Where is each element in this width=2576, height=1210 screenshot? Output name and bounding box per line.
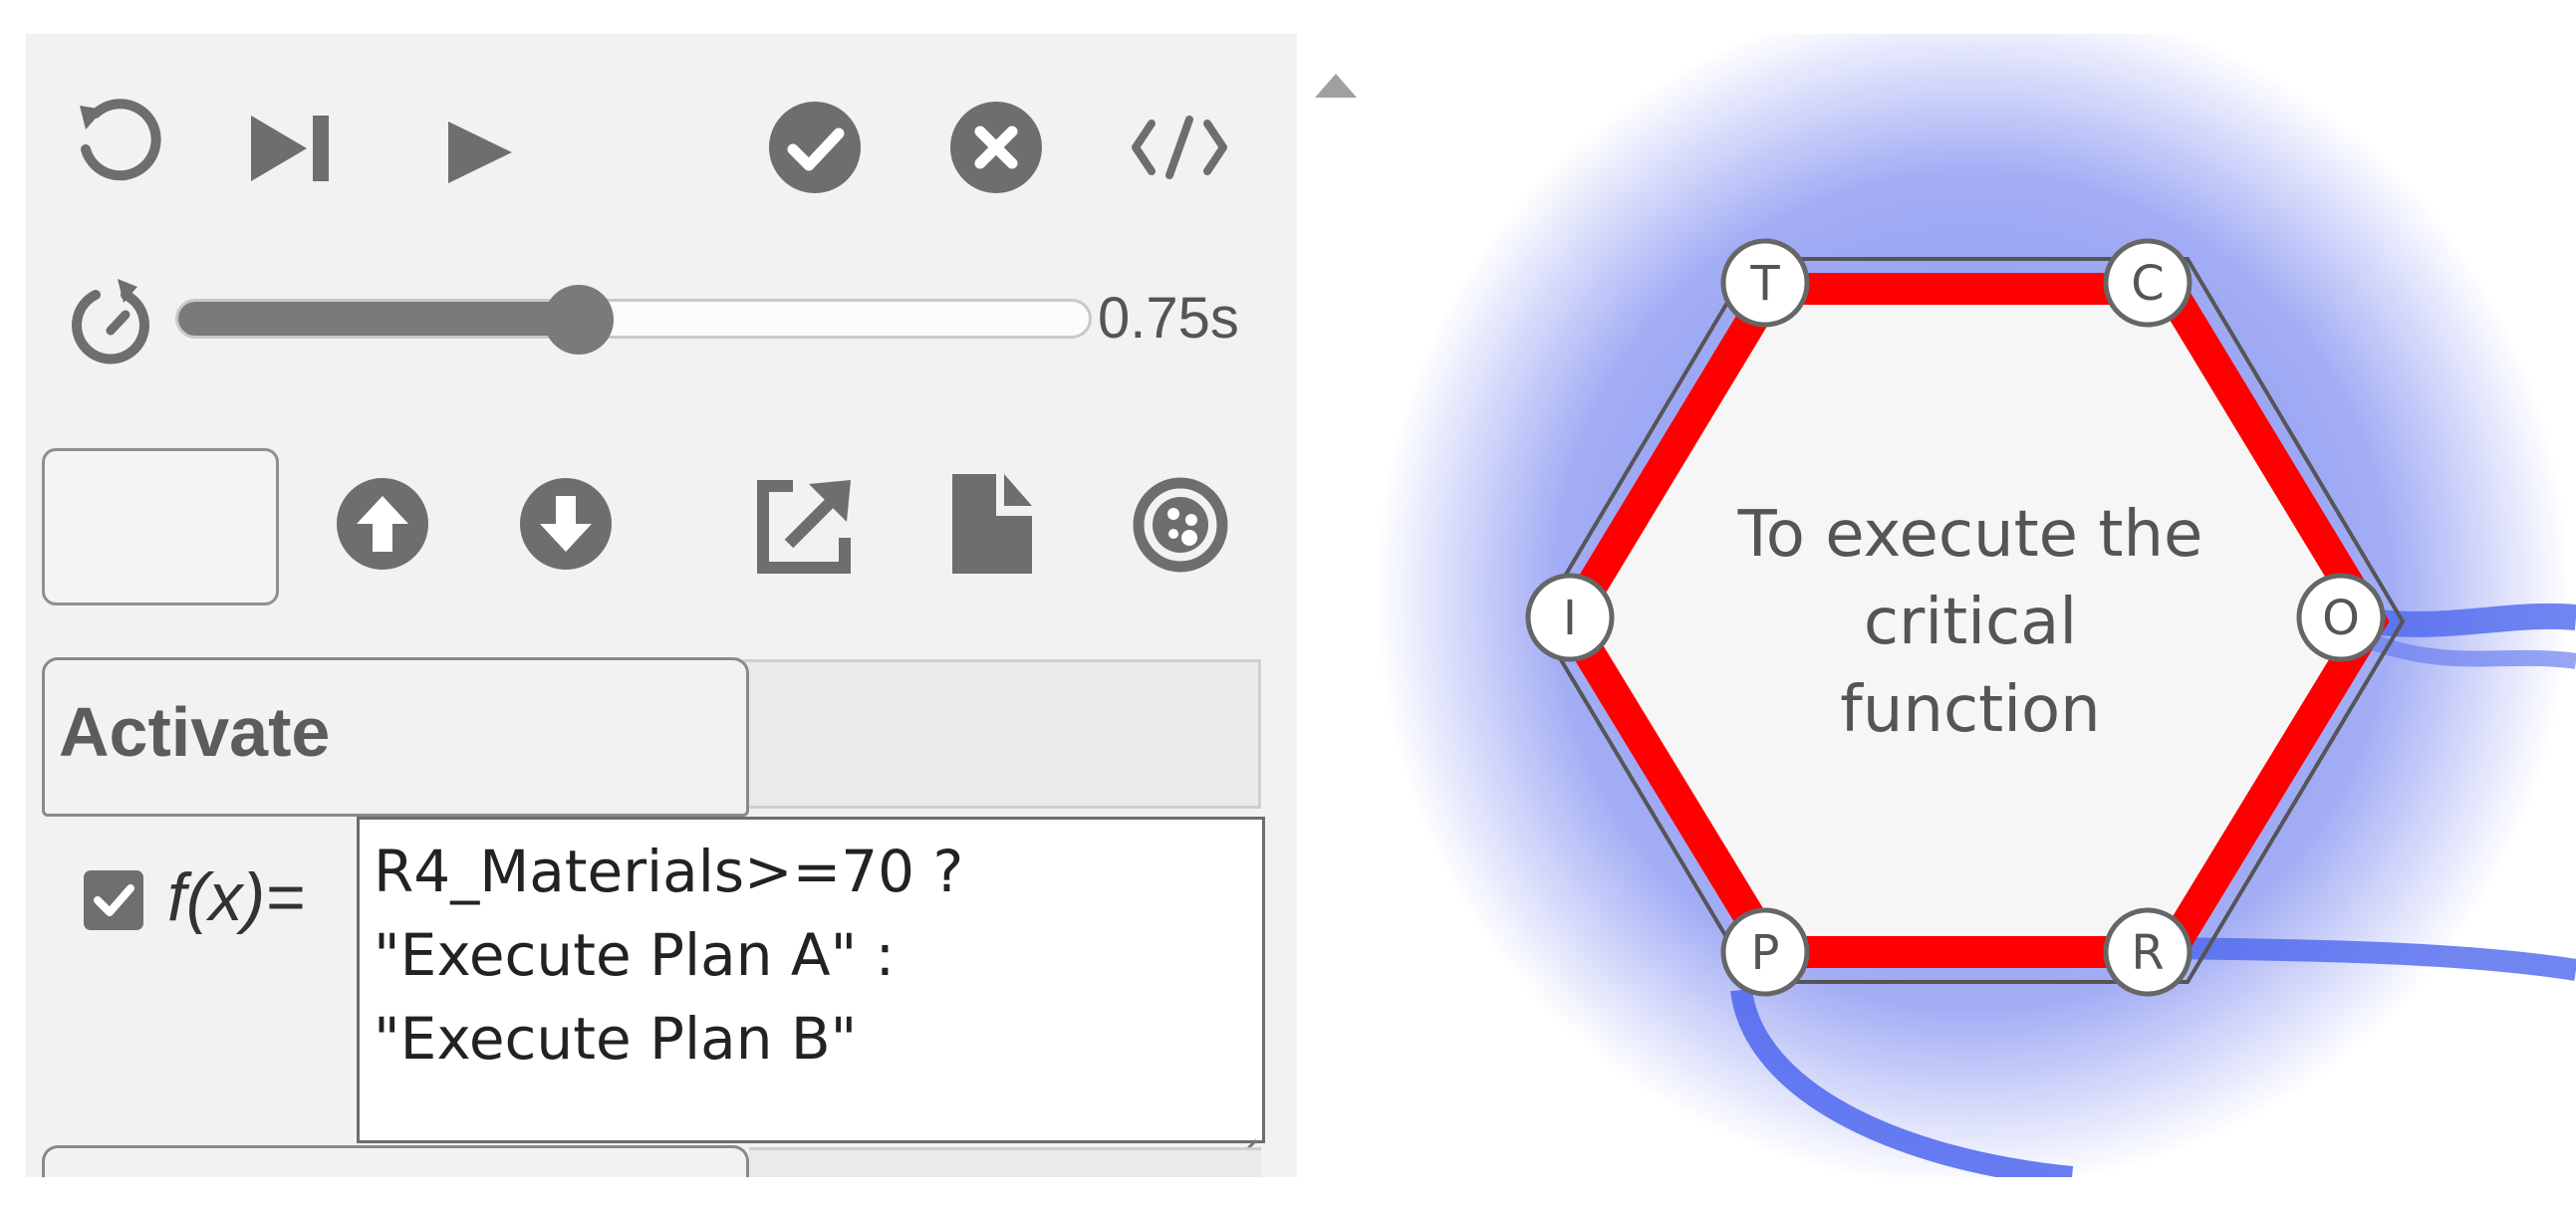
code-icon[interactable] <box>1130 116 1229 179</box>
cancel-circle-icon[interactable] <box>948 100 1044 195</box>
node-text-line: To execute the <box>1737 498 2203 572</box>
resize-grip-icon[interactable] <box>1222 1100 1258 1170</box>
value-input[interactable] <box>42 448 279 605</box>
next-field[interactable] <box>42 1145 749 1177</box>
port-label: I <box>1563 591 1577 646</box>
expression-line: "Execute Plan B" <box>374 1005 858 1073</box>
function-checkbox[interactable] <box>84 870 143 930</box>
expression-textarea[interactable]: R4_Materials>=70 ? "Execute Plan A" : "Exe… <box>357 817 1265 1170</box>
scroll-up-arrow-icon[interactable] <box>1313 70 1359 100</box>
port-label: T <box>1749 256 1780 312</box>
speed-timer-icon <box>66 273 155 368</box>
port-left[interactable]: I <box>1525 573 1615 662</box>
port-label: C <box>2131 256 2165 312</box>
port-label: R <box>2131 925 2164 981</box>
reset-icon[interactable] <box>68 92 167 191</box>
graph-canvas[interactable]: To execute the critical function T C I O… <box>1375 34 2576 1177</box>
control-panel: 0.75s Activate f(x)= R4_Materials>=70 ? "… <box>26 34 1297 1177</box>
next-field-secondary[interactable] <box>749 1147 1261 1177</box>
tab-activate[interactable]: Activate <box>42 657 749 817</box>
tab-activate-label: Activate <box>59 693 331 771</box>
speed-slider-thumb[interactable] <box>544 285 615 355</box>
port-top-left[interactable]: T <box>1720 238 1810 328</box>
download-arrow-icon[interactable] <box>518 476 614 572</box>
export-icon[interactable] <box>753 474 857 574</box>
port-bottom-left[interactable]: P <box>1720 907 1810 997</box>
speed-value-label: 0.75s <box>1098 286 1239 351</box>
node-text-line: critical <box>1864 586 2077 659</box>
tab-secondary[interactable] <box>743 659 1261 809</box>
step-forward-icon[interactable] <box>247 114 337 183</box>
port-right[interactable]: O <box>2296 573 2386 662</box>
check-circle-icon[interactable] <box>767 100 863 195</box>
port-top-right[interactable]: C <box>2103 238 2192 328</box>
speed-slider[interactable] <box>175 285 1092 355</box>
function-label: f(x)= <box>167 859 305 935</box>
port-label: P <box>1751 925 1780 981</box>
file-icon[interactable] <box>950 472 1034 576</box>
port-label: O <box>2322 591 2360 646</box>
node-text-line: function <box>1840 673 2100 747</box>
play-icon[interactable] <box>446 120 514 185</box>
upload-arrow-icon[interactable] <box>335 476 430 572</box>
port-bottom-right[interactable]: R <box>2103 907 2192 997</box>
palette-icon[interactable] <box>1132 476 1229 574</box>
speed-slider-fill <box>178 302 580 336</box>
